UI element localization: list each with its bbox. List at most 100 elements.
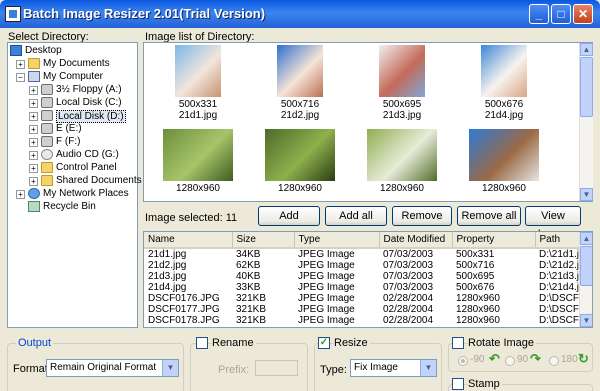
- expand-icon[interactable]: +: [29, 125, 38, 134]
- scroll-thumb[interactable]: [580, 57, 593, 117]
- selected-files-list[interactable]: Name Size Type Date Modified Property Pa…: [143, 231, 593, 328]
- thumbnail-filename: 21d1.jpg: [178, 110, 218, 121]
- expand-icon[interactable]: +: [29, 86, 38, 95]
- thumbnail-dimensions: 1280x960: [380, 183, 424, 194]
- view-image-button[interactable]: View Image: [525, 206, 581, 240]
- rotate-90-radio[interactable]: [505, 356, 515, 366]
- expand-icon[interactable]: +: [29, 151, 38, 160]
- scroll-thumb[interactable]: [580, 246, 592, 286]
- table-row[interactable]: DSCF0177.JPG 321KB JPEG Image 02/28/2004 128…: [144, 304, 580, 315]
- title-bar[interactable]: Batch Image Resizer 2.01(Trial Version) …: [0, 0, 600, 28]
- table-cell: JPEG Image: [298, 293, 355, 304]
- image-thumbnail[interactable]: 500x676 21d4.jpg: [464, 45, 544, 121]
- image-thumbnail[interactable]: 500x695 21d3.jpg: [362, 45, 442, 121]
- table-row[interactable]: 21d1.jpg 34KB JPEG Image 07/03/2003 500x331 D…: [144, 248, 580, 260]
- table-row[interactable]: DSCF0176.JPG 321KB JPEG Image 02/28/2004 128…: [144, 293, 580, 304]
- rename-checkbox[interactable]: [196, 337, 208, 349]
- table-cell: 40KB: [236, 271, 261, 282]
- table-cell: 21d1.jpg: [148, 249, 187, 260]
- rotate-180-icon: ↻: [578, 351, 589, 366]
- expand-icon[interactable]: +: [16, 190, 25, 199]
- maximize-icon: □: [557, 7, 565, 21]
- remove-all-button[interactable]: Remove all: [457, 206, 521, 226]
- expand-icon[interactable]: +: [29, 99, 38, 108]
- resize-checkbox[interactable]: ✓: [318, 337, 330, 349]
- file-list-scrollbar[interactable]: ▲ ▼: [579, 232, 592, 327]
- image-thumbnail[interactable]: 1280x960: [158, 129, 238, 194]
- column-header-type[interactable]: Type: [294, 232, 380, 249]
- image-thumbnail[interactable]: 500x716 21d2.jpg: [260, 45, 340, 121]
- table-row[interactable]: DSCF0178.JPG 321KB JPEG Image 02/28/2004 128…: [144, 315, 580, 326]
- folder-icon: [28, 58, 40, 69]
- table-cell: JPEG Image: [298, 271, 355, 282]
- thumbnail-image: [175, 45, 221, 97]
- expand-icon[interactable]: +: [29, 138, 38, 147]
- table-row[interactable]: 21d2.jpg 62KB JPEG Image 07/03/2003 500x716 D…: [144, 260, 580, 271]
- add-all-button[interactable]: Add all: [325, 206, 387, 226]
- scroll-down-icon[interactable]: ▼: [580, 188, 593, 201]
- column-header-date-modified[interactable]: Date Modified: [379, 232, 453, 249]
- resize-type-select[interactable]: Fix Image ▼: [350, 359, 437, 377]
- column-header-name[interactable]: Name: [144, 232, 233, 249]
- stamp-checkbox[interactable]: [452, 378, 464, 390]
- table-cell: D:\DSCF0: [539, 293, 580, 304]
- thumbnail-dimensions: 1280x960: [176, 183, 220, 194]
- column-header-size[interactable]: Size: [232, 232, 295, 249]
- table-cell: 02/28/2004: [383, 293, 434, 304]
- minimize-button[interactable]: _: [529, 4, 549, 24]
- expand-icon[interactable]: +: [29, 164, 38, 173]
- table-cell: 500x695: [456, 271, 495, 282]
- file-table[interactable]: Name Size Type Date Modified Property Pa…: [144, 232, 581, 326]
- image-thumbnail[interactable]: 1280x960: [464, 129, 544, 194]
- table-cell: JPEG Image: [298, 282, 355, 293]
- table-cell: 21d3.jpg: [148, 271, 187, 282]
- directory-tree[interactable]: Desktop + My Documents − My Computer + 3…: [7, 42, 142, 328]
- thumbnail-scrollbar[interactable]: ▲ ▼: [579, 43, 593, 201]
- chevron-down-icon: ▼: [420, 360, 436, 376]
- prefix-input[interactable]: [255, 360, 298, 376]
- maximize-button[interactable]: □: [551, 4, 571, 24]
- tree-item-label: Control Panel: [56, 162, 117, 173]
- drive-icon: [41, 136, 53, 147]
- image-thumbnail-grid[interactable]: 500x331 21d1.jpg 500x716 21d2.jpg 500x695 21d…: [143, 42, 593, 202]
- expand-icon[interactable]: +: [29, 112, 38, 121]
- format-select-value: Remain Original Format: [50, 362, 157, 373]
- expand-icon[interactable]: +: [29, 177, 38, 186]
- image-thumbnail[interactable]: 500x331 21d1.jpg: [158, 45, 238, 121]
- add-button[interactable]: Add: [258, 206, 320, 226]
- window-title: Batch Image Resizer 2.01(Trial Version): [23, 6, 266, 21]
- tree-item-label: Shared Documents: [56, 175, 142, 186]
- rotate-image-checkbox[interactable]: [452, 337, 464, 349]
- close-button[interactable]: ✕: [573, 4, 593, 24]
- thumbnail-dimensions: 500x716: [280, 99, 320, 110]
- thumbnail-image: [367, 129, 437, 181]
- table-cell: 500x716: [456, 260, 495, 271]
- network-icon: [28, 188, 40, 199]
- table-cell: D:\21d4.jpg: [539, 282, 580, 293]
- table-cell: DSCF0178.JPG: [148, 315, 220, 326]
- column-header-property[interactable]: Property: [452, 232, 536, 249]
- table-cell: JPEG Image: [298, 260, 355, 271]
- column-header-path[interactable]: Path: [535, 232, 581, 249]
- rotate-180-radio[interactable]: [549, 356, 559, 366]
- collapse-icon[interactable]: −: [16, 73, 25, 82]
- image-thumbnail[interactable]: 1280x960: [260, 129, 340, 194]
- expand-icon[interactable]: +: [16, 60, 25, 69]
- table-row[interactable]: 21d3.jpg 40KB JPEG Image 07/03/2003 500x695 D…: [144, 271, 580, 282]
- remove-button[interactable]: Remove: [392, 206, 452, 226]
- image-thumbnail[interactable]: 1280x960: [362, 129, 442, 194]
- scroll-up-icon[interactable]: ▲: [580, 232, 592, 245]
- thumbnail-dimensions: 1280x960: [482, 183, 526, 194]
- scroll-down-icon[interactable]: ▼: [580, 314, 592, 327]
- table-cell: 321KB: [236, 304, 267, 315]
- folder-icon: [41, 175, 53, 186]
- table-cell: 21d4.jpg: [148, 282, 187, 293]
- rename-label: Rename: [212, 337, 256, 349]
- table-cell: 21d2.jpg: [148, 260, 187, 271]
- table-row[interactable]: 21d4.jpg 33KB JPEG Image 07/03/2003 500x676 D…: [144, 282, 580, 293]
- format-select[interactable]: Remain Original Format ▼: [46, 359, 179, 377]
- table-cell: JPEG Image: [298, 249, 355, 260]
- scroll-up-icon[interactable]: ▲: [580, 43, 593, 56]
- table-cell: 33KB: [236, 282, 261, 293]
- rotate-minus-90-radio[interactable]: [458, 356, 468, 366]
